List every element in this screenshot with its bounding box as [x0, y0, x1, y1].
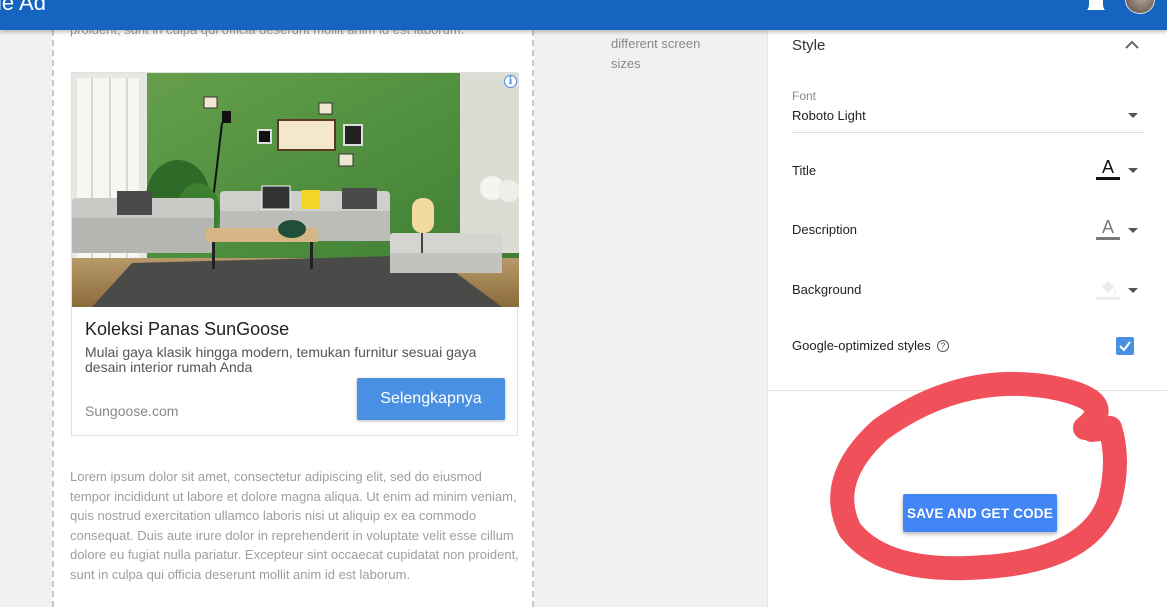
ad-domain: Sungoose.com [85, 403, 179, 419]
ad-info-icon[interactable]: i [504, 75, 517, 88]
checkmark-icon [1119, 341, 1131, 352]
panel-divider [768, 390, 1167, 391]
description-color-picker[interactable]: A [1096, 218, 1120, 240]
title-color-picker[interactable]: A [1096, 158, 1120, 180]
chevron-up-icon[interactable] [1125, 40, 1139, 50]
description-color-label: Description [792, 222, 858, 237]
font-select-value: Roboto Light [792, 108, 866, 123]
page-title: cle Ad [0, 0, 46, 15]
ad-description: Mulai gaya klasik hingga modern, temukan… [85, 344, 477, 375]
font-select[interactable]: Roboto Light [792, 106, 1144, 133]
text-color-icon: A [1101, 217, 1114, 237]
notifications-bell-icon[interactable] [1086, 0, 1106, 12]
helper-text: different screen sizes [611, 36, 701, 71]
description-color-swatch [1096, 237, 1120, 240]
ad-cta-button[interactable]: Selengkapnya [357, 378, 505, 420]
chevron-down-icon [1128, 113, 1138, 118]
background-color-label: Background [792, 282, 862, 297]
google-optimized-styles-label: Google-optimized styles? [792, 338, 949, 353]
preview-body-text: Lorem ipsum dolor sit amet, consectetur … [70, 469, 519, 582]
chevron-down-icon[interactable] [1128, 168, 1138, 173]
chevron-down-icon[interactable] [1128, 228, 1138, 233]
ad-image[interactable]: i [72, 73, 519, 307]
text-color-icon: A [1101, 157, 1114, 177]
title-color-swatch [1096, 177, 1120, 180]
ad-headline[interactable]: Koleksi Panas SunGoose [85, 319, 289, 340]
avatar[interactable] [1125, 0, 1155, 14]
google-optimized-styles-checkbox[interactable] [1116, 337, 1134, 355]
top-app-bar: cle Ad [0, 0, 1167, 30]
chevron-down-icon[interactable] [1128, 288, 1138, 293]
native-ad-card[interactable]: i Koleksi Panas SunGoose Mulai gaya klas… [71, 72, 519, 436]
google-optimized-styles-text: Google-optimized styles [792, 338, 931, 353]
fill-bucket-icon[interactable] [1096, 276, 1120, 300]
help-icon[interactable]: ? [936, 340, 949, 352]
save-and-get-code-button[interactable]: SAVE AND GET CODE [903, 494, 1057, 532]
style-section-title[interactable]: Style [792, 37, 825, 54]
font-label: Font [792, 89, 817, 103]
title-color-label: Title [792, 163, 817, 178]
ad-preview-area: proident, sunt in culpa qui officia dese… [52, 0, 534, 607]
